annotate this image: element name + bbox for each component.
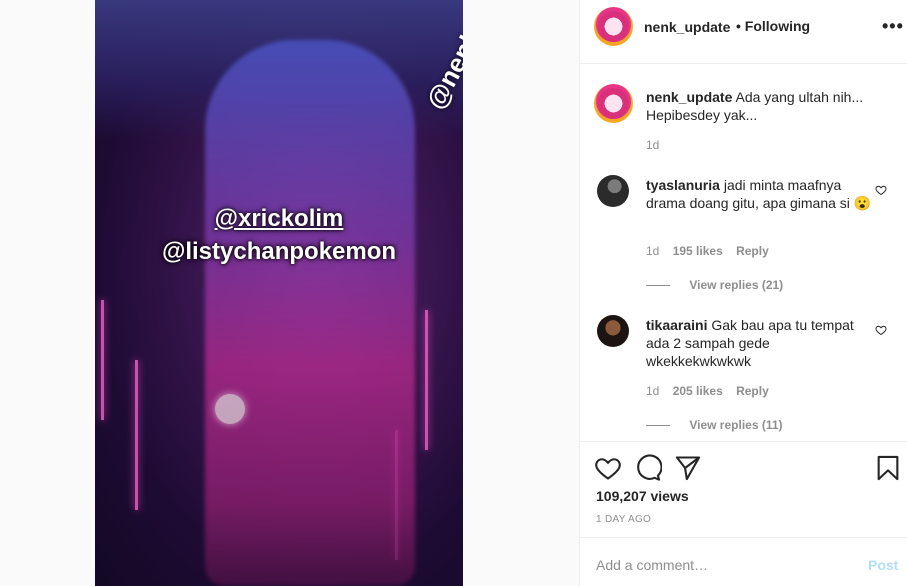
share-icon[interactable] [674, 454, 702, 482]
video-touch-indicator [215, 394, 245, 424]
view-count[interactable]: 109,207 views [596, 488, 689, 504]
caption-username[interactable]: nenk_update [646, 89, 732, 105]
following-button[interactable]: • Following [736, 18, 810, 34]
comment-username[interactable]: tyaslanuria [646, 177, 720, 193]
comment-likes[interactable]: 205 likes [673, 384, 723, 398]
comment-username[interactable]: tikaaraini [646, 317, 707, 333]
comment-meta: 1d 205 likes Reply [646, 384, 769, 398]
comment-avatar[interactable] [597, 315, 629, 347]
heart-icon[interactable] [594, 454, 622, 482]
avatar[interactable] [594, 7, 633, 46]
view-replies-button[interactable]: View replies (11) [646, 418, 783, 432]
comment-likes[interactable]: 195 likes [673, 244, 723, 258]
video-player[interactable]: @xrickolim @listychanpokemon @nenk_updat… [95, 0, 463, 586]
heart-icon[interactable] [875, 184, 887, 196]
comment: tikaaraini Gak bau apa tu tempat ada 2 s… [646, 316, 876, 370]
reply-button[interactable]: Reply [736, 384, 769, 398]
post-timestamp[interactable]: 1 DAY AGO [596, 514, 651, 525]
neon-light [135, 360, 138, 510]
more-horizontal-icon[interactable]: ••• [882, 16, 904, 37]
post-side-panel: nenk_update • Following ••• nenk_update … [579, 0, 907, 586]
video-figure [205, 40, 415, 586]
replies-divider [646, 425, 670, 427]
heart-icon[interactable] [875, 324, 887, 336]
post-header: nenk_update • Following ••• [580, 0, 907, 64]
comment-meta: 1d 195 likes Reply [646, 244, 769, 258]
view-replies-label: View replies (21) [689, 278, 784, 292]
caption: nenk_update Ada yang ultah nih... Hepibe… [646, 88, 876, 124]
video-mention-1: @xrickolim [214, 205, 344, 232]
view-replies-button[interactable]: View replies (21) [646, 278, 783, 292]
comment-icon[interactable] [634, 454, 662, 482]
comment-input[interactable]: Add a comment… [596, 557, 708, 573]
video-mention-2: @listychanpokemon [161, 238, 397, 265]
comment-time: 1d [646, 384, 660, 398]
post-actions: 109,207 views 1 DAY AGO [580, 441, 907, 537]
neon-light [425, 310, 428, 450]
comment: tyaslanuria jadi minta maafnya drama doa… [646, 176, 876, 212]
comment-time: 1d [646, 244, 660, 258]
post-button[interactable]: Post [868, 557, 898, 573]
comment-form: Add a comment… Post [580, 537, 907, 586]
bookmark-icon[interactable] [874, 454, 902, 482]
view-replies-label: View replies (11) [689, 418, 783, 432]
neon-light [101, 300, 104, 420]
comment-avatar[interactable] [597, 175, 629, 207]
reply-button[interactable]: Reply [736, 244, 769, 258]
media-area: @xrickolim @listychanpokemon @nenk_updat… [0, 0, 579, 586]
replies-divider [646, 285, 670, 287]
caption-avatar[interactable] [594, 84, 633, 123]
caption-time: 1d [646, 138, 660, 152]
header-username[interactable]: nenk_update [644, 19, 730, 35]
